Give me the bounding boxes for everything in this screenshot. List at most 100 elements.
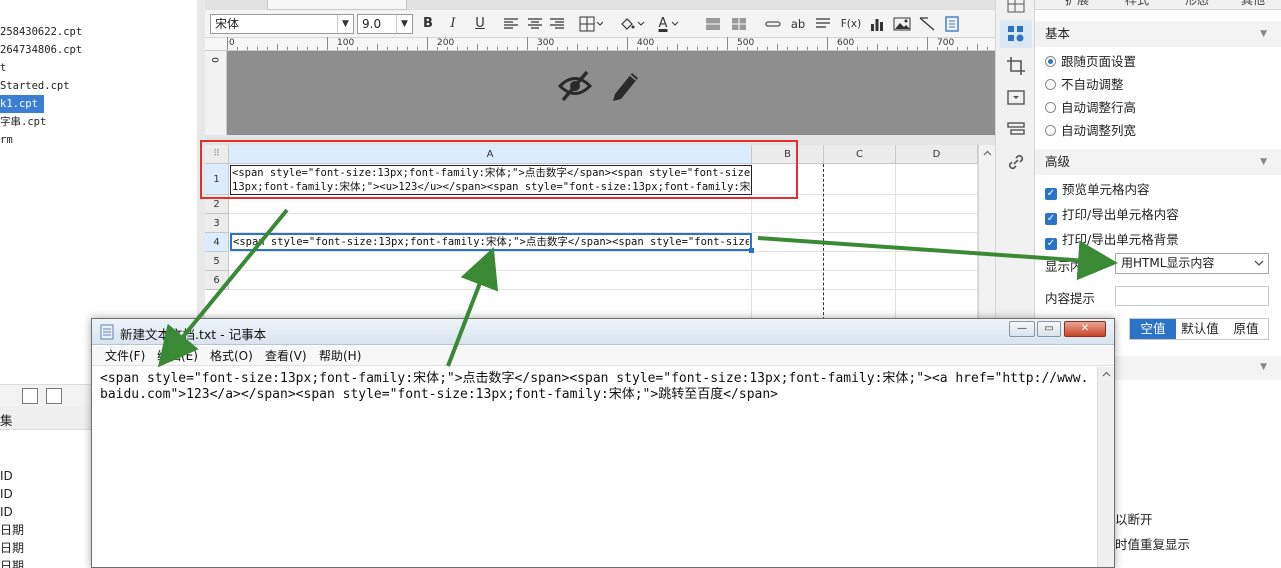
text-color-button[interactable]: A	[653, 15, 673, 33]
section-advanced[interactable]: 高级 ▼	[1035, 149, 1281, 175]
form-icon[interactable]	[945, 16, 959, 32]
row-header-3[interactable]: 3	[205, 214, 229, 233]
field-item[interactable]: 日期	[0, 521, 24, 539]
cell-element-icon[interactable]	[1006, 0, 1026, 16]
file-item[interactable]: t	[0, 59, 6, 77]
notepad-titlebar[interactable]: 新建文本文档.txt - 记事本 — ▭ ✕	[92, 319, 1114, 345]
preview-icon[interactable]	[22, 388, 38, 404]
split-cell-icon[interactable]	[731, 16, 747, 32]
tooltip-label: 内容提示	[1045, 291, 1096, 306]
italic-button[interactable]: I	[443, 15, 463, 33]
check-print-content[interactable]: ✓ 打印/导出单元格内容	[1045, 205, 1179, 225]
condition-icon[interactable]	[1006, 120, 1026, 140]
border-icon[interactable]	[579, 16, 603, 32]
row-header-5[interactable]: 5	[205, 252, 229, 271]
chart-icon[interactable]	[869, 16, 885, 32]
widget-icon[interactable]	[1006, 88, 1026, 108]
row-header-4[interactable]: 4	[205, 233, 229, 252]
font-size-select[interactable]: 9.0 ▼	[357, 14, 413, 34]
ruler-tick	[317, 47, 318, 50]
radio-button[interactable]	[1045, 102, 1056, 113]
tab-other[interactable]: 其他	[1241, 0, 1265, 8]
tab-workbook[interactable]	[267, 0, 407, 10]
field-item[interactable]: ID	[0, 485, 13, 503]
ruler-label: 0	[208, 57, 219, 63]
file-item-selected[interactable]: k1.cpt	[0, 95, 44, 113]
edit-dataset-icon[interactable]	[46, 388, 62, 404]
chevron-up-icon[interactable]	[983, 150, 992, 156]
minimize-button[interactable]: —	[1009, 321, 1035, 337]
report-header-area[interactable]	[227, 51, 995, 135]
edit-pencil-icon[interactable]	[609, 67, 641, 103]
close-button[interactable]: ✕	[1064, 321, 1106, 337]
ruler-tick	[617, 47, 618, 50]
tab-default-value[interactable]: 默认值	[1176, 319, 1224, 339]
menu-view[interactable]: 查看(V)	[265, 346, 307, 366]
checkbox[interactable]: ✓	[1045, 238, 1057, 250]
section-basic[interactable]: 基本 ▼	[1035, 21, 1281, 47]
font-family-select[interactable]: 宋体 ▼	[210, 14, 354, 34]
format-toolbar: 宋体 ▼ 9.0 ▼ B I U A ab F(x)	[205, 10, 995, 38]
row-header-6[interactable]: 6	[205, 271, 229, 290]
tab-null-value[interactable]: 空值	[1130, 319, 1176, 339]
menu-edit[interactable]: 编辑(E)	[157, 346, 198, 366]
bold-button[interactable]: B	[418, 15, 438, 33]
wrap-text-icon[interactable]	[815, 17, 831, 31]
column-header-d[interactable]: D	[896, 145, 978, 164]
check-preview-content[interactable]: ✓ 预览单元格内容	[1045, 180, 1150, 200]
tooltip-input[interactable]	[1115, 286, 1269, 306]
ruler-tick	[597, 47, 598, 50]
checkbox[interactable]: ✓	[1045, 188, 1057, 200]
ruler-tick	[357, 47, 358, 50]
formula-button[interactable]: F(x)	[839, 15, 863, 33]
field-item[interactable]: 日期	[0, 557, 24, 568]
checkbox[interactable]: ✓	[1045, 213, 1057, 225]
radio-button[interactable]	[1045, 125, 1056, 136]
font-size-value: 9.0	[362, 17, 382, 31]
tab-style[interactable]: 样式	[1125, 0, 1149, 8]
align-left-icon[interactable]	[503, 17, 519, 31]
slash-icon[interactable]	[919, 16, 935, 32]
fill-color-icon[interactable]	[619, 16, 645, 32]
file-item[interactable]: Started.cpt	[0, 77, 70, 95]
display-content-select[interactable]: 用HTML显示内容	[1115, 253, 1269, 274]
chevron-up-icon[interactable]	[1102, 371, 1111, 377]
file-item[interactable]: 258430622.cpt	[0, 23, 82, 41]
hidden-eye-icon[interactable]	[557, 69, 593, 103]
hyperlink-icon[interactable]	[1006, 152, 1026, 172]
file-item[interactable]: 字串.cpt	[0, 113, 46, 131]
align-right-icon[interactable]	[549, 17, 565, 31]
crop-icon[interactable]	[1006, 56, 1026, 76]
menu-help[interactable]: 帮助(H)	[319, 346, 361, 366]
tab-extend[interactable]: 扩展	[1065, 0, 1089, 8]
menu-file[interactable]: 文件(F)	[105, 346, 145, 366]
radio-follow-page[interactable]: 跟随页面设置	[1045, 52, 1136, 72]
file-item[interactable]: rm	[0, 131, 13, 149]
fill-handle[interactable]	[749, 248, 754, 253]
cell-attribute-icon[interactable]	[1006, 24, 1026, 44]
maximize-button[interactable]: ▭	[1037, 321, 1061, 337]
notepad-scrollbar[interactable]	[1097, 367, 1114, 567]
radio-no-adjust[interactable]: 不自动调整	[1045, 75, 1124, 95]
radio-auto-column-width[interactable]: 自动调整列宽	[1045, 121, 1136, 141]
column-header-c[interactable]: C	[824, 145, 896, 164]
notepad-text-area[interactable]: <span style="font-size:13px;font-family:…	[100, 371, 1092, 403]
tab-form[interactable]: 形态	[1185, 0, 1209, 8]
radio-auto-row-height[interactable]: 自动调整行高	[1045, 98, 1136, 118]
menu-format[interactable]: 格式(O)	[210, 346, 253, 366]
underline-button[interactable]: U	[470, 15, 490, 33]
tab-original-value[interactable]: 原值	[1224, 319, 1268, 339]
radio-button[interactable]	[1045, 79, 1056, 90]
link-icon[interactable]	[765, 18, 781, 30]
image-icon[interactable]	[893, 16, 911, 32]
check-print-background[interactable]: ✓ 打印/导出单元格背景	[1045, 230, 1179, 250]
field-item[interactable]: ID	[0, 467, 13, 485]
align-center-icon[interactable]	[527, 17, 543, 31]
field-item[interactable]: 日期	[0, 539, 24, 557]
vertical-scrollbar[interactable]	[978, 145, 995, 320]
merge-cell-icon[interactable]	[705, 16, 721, 32]
ab-button[interactable]: ab	[787, 15, 809, 33]
file-item[interactable]: 264734806.cpt	[0, 41, 82, 59]
radio-button[interactable]	[1045, 56, 1056, 67]
field-item[interactable]: ID	[0, 503, 13, 521]
